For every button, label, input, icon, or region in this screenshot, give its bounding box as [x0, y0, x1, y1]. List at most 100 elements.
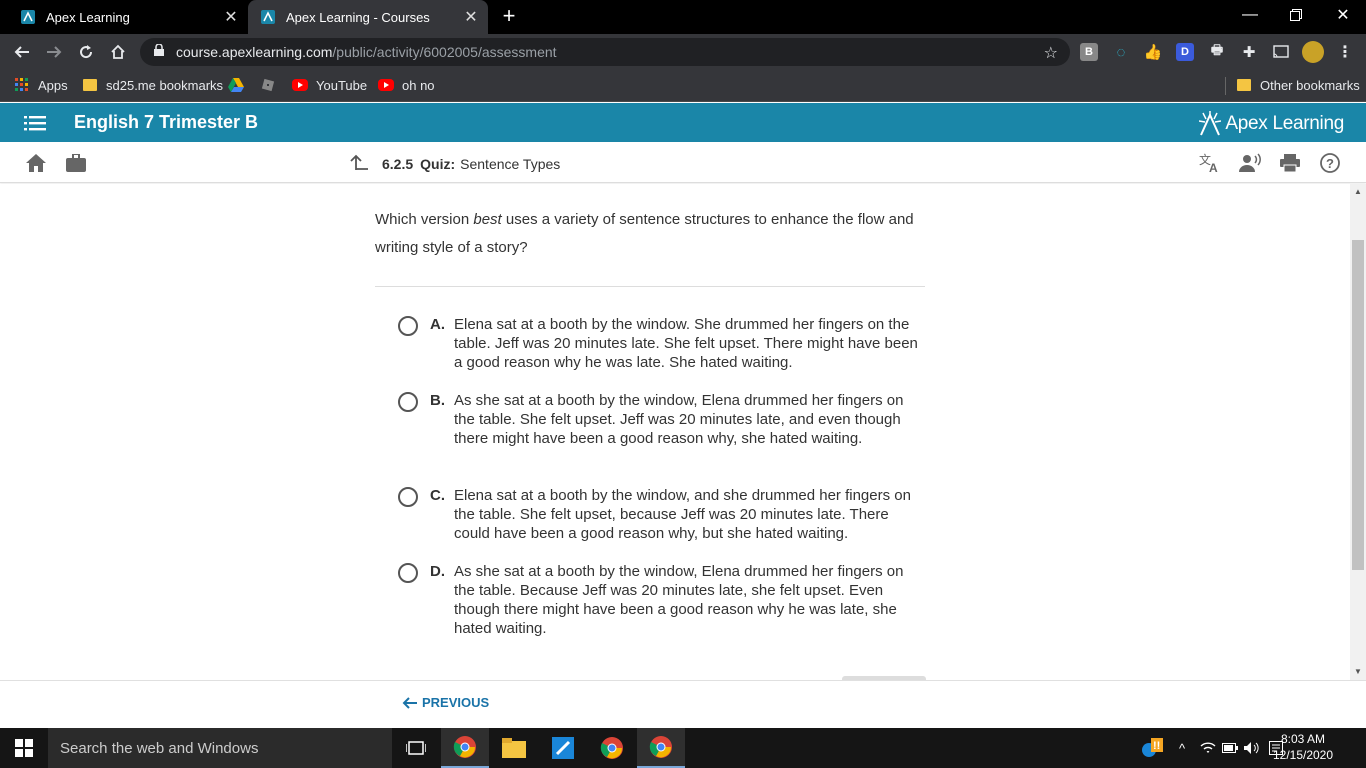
divider — [375, 286, 925, 287]
svg-text:?: ? — [1326, 156, 1334, 171]
extension-d-icon[interactable]: D — [1176, 43, 1194, 61]
bookmark-label: oh no — [402, 77, 435, 93]
print-icon[interactable] — [1278, 151, 1302, 175]
choice-letter: C. — [430, 487, 445, 504]
tab-apex-learning-courses[interactable]: Apex Learning - Courses ✕ — [248, 0, 488, 34]
new-tab-plus-icon[interactable]: + — [498, 5, 520, 28]
apex-favicon-icon — [20, 9, 36, 25]
task-view-icon[interactable] — [392, 728, 440, 768]
clock-time: 8:03 AM — [1280, 732, 1326, 746]
address-bar[interactable]: course.apexlearning.com/public/activity/… — [140, 38, 1070, 66]
restore-icon[interactable] — [1273, 0, 1319, 30]
radio-button[interactable] — [398, 563, 418, 583]
extension-circle-icon[interactable]: ◌ — [1112, 43, 1130, 61]
roblox-icon — [260, 77, 276, 93]
bookmark-oh-no[interactable]: oh no — [378, 70, 435, 100]
wifi-icon[interactable] — [1198, 738, 1218, 758]
store-app-icon[interactable] — [539, 728, 587, 768]
apex-favicon-icon — [260, 9, 276, 25]
answer-choice-d[interactable]: D. As she sat at a booth by the window, … — [398, 562, 928, 638]
bookmark-label: sd25.me bookmarks — [106, 77, 224, 93]
briefcase-icon[interactable] — [64, 151, 88, 175]
minimize-icon[interactable]: — — [1227, 0, 1273, 30]
taskbar-clock[interactable]: 8:03 AM 12/15/2020 — [1268, 731, 1338, 763]
text-to-speech-icon[interactable] — [1238, 151, 1262, 175]
logo-text: Apex Learning — [1225, 113, 1344, 134]
tab-close-icon[interactable]: ✕ — [220, 7, 242, 27]
bookmark-other[interactable]: Other bookmarks — [1236, 70, 1360, 100]
back-arrow-icon[interactable] — [10, 40, 34, 64]
windows-start-icon[interactable] — [0, 728, 48, 768]
apps-grid-icon — [14, 77, 30, 93]
windows-taskbar: Search the web and Windows !! ^ 8:03 AM … — [0, 728, 1366, 768]
hamburger-menu-icon[interactable] — [24, 114, 46, 132]
scroll-up-icon[interactable]: ▲ — [1350, 184, 1366, 200]
browser-toolbar: course.apexlearning.com/public/activity/… — [0, 34, 1366, 70]
scroll-thumb[interactable] — [1352, 240, 1364, 570]
tab-apex-learning[interactable]: Apex Learning ✕ — [8, 0, 248, 34]
bookmark-star-icon[interactable]: ☆ — [1044, 43, 1058, 63]
volume-icon[interactable] — [1242, 738, 1262, 758]
bookmarks-bar: Apps sd25.me bookmarks YouTube oh no Oth… — [0, 70, 1366, 102]
home-icon[interactable] — [24, 151, 48, 175]
bookmarks-divider — [1225, 77, 1226, 95]
prompt-text: Which version — [375, 211, 474, 228]
up-arrow-icon[interactable] — [350, 154, 368, 173]
scroll-down-icon[interactable]: ▼ — [1350, 664, 1366, 680]
bookmark-label: Apps — [38, 77, 68, 93]
previous-button[interactable]: PREVIOUS — [402, 695, 489, 710]
url-path: /public/activity/6002005/assessment — [332, 44, 557, 60]
radio-button[interactable] — [398, 487, 418, 507]
home-icon[interactable] — [106, 40, 130, 64]
bookmark-apps[interactable]: Apps — [14, 70, 68, 100]
left-arrow-icon — [402, 696, 417, 709]
translate-icon[interactable]: 文A — [1198, 151, 1222, 175]
radio-button[interactable] — [398, 392, 418, 412]
bookmark-google-drive[interactable] — [228, 70, 252, 100]
bookmark-label: YouTube — [316, 77, 368, 93]
extensions-puzzle-icon[interactable]: ✚ — [1240, 43, 1258, 61]
reload-icon[interactable] — [74, 40, 98, 64]
answer-choice-a[interactable]: A. Elena sat at a booth by the window. S… — [398, 315, 928, 372]
choice-text: Elena sat at a booth by the window. She … — [454, 316, 918, 371]
file-explorer-icon[interactable] — [490, 728, 538, 768]
svg-text:A: A — [1209, 161, 1218, 173]
question-prompt: Which version best uses a variety of sen… — [375, 206, 925, 262]
show-hidden-icons-icon[interactable]: ^ — [1172, 738, 1192, 758]
chrome-taskbar-icon[interactable] — [441, 728, 489, 768]
bookmark-roblox[interactable] — [260, 70, 284, 100]
bookmark-youtube[interactable]: YouTube — [292, 70, 367, 100]
battery-icon[interactable] — [1220, 738, 1240, 758]
activity-name: Sentence Types — [460, 155, 561, 172]
extension-label: B — [1085, 46, 1093, 58]
youtube-icon — [378, 77, 394, 93]
help-icon[interactable]: ? — [1318, 151, 1342, 175]
course-title: English 7 Trimester B — [74, 112, 259, 132]
choice-letter: D. — [430, 563, 445, 580]
choice-text: As she sat at a booth by the window, Ele… — [454, 392, 904, 447]
extension-printer-icon[interactable]: 🖶 — [1208, 42, 1226, 61]
tab-close-icon[interactable]: ✕ — [460, 7, 482, 27]
activity-title: 6.2.5 Quiz: Sentence Types — [350, 154, 560, 173]
chrome-taskbar-icon[interactable] — [588, 728, 636, 768]
notification-badge-icon[interactable]: !! — [1140, 738, 1164, 758]
prompt-emphasis: best — [473, 211, 502, 228]
answer-choice-c[interactable]: C. Elena sat at a booth by the window, a… — [398, 486, 928, 543]
chrome-taskbar-icon[interactable] — [637, 728, 685, 768]
bookmark-sd25[interactable]: sd25.me bookmarks — [82, 70, 223, 100]
window-close-icon[interactable]: ✕ — [1320, 0, 1366, 30]
answer-choice-b[interactable]: B. As she sat at a booth by the window, … — [398, 391, 928, 448]
assessment-content: Which version best uses a variety of sen… — [0, 184, 1350, 680]
chrome-menu-icon[interactable]: ⋮ — [1336, 43, 1354, 61]
page-scrollbar[interactable]: ▲ ▼ — [1350, 184, 1366, 680]
taskbar-search[interactable]: Search the web and Windows — [48, 728, 392, 768]
forward-arrow-icon[interactable] — [42, 40, 66, 64]
profile-avatar[interactable] — [1302, 41, 1324, 63]
choice-text: As she sat at a booth by the window, Ele… — [454, 563, 904, 637]
apex-learning-logo: Apex Learning — [1199, 111, 1344, 137]
extension-thumb-icon[interactable]: 👍 — [1144, 43, 1163, 61]
extension-b-icon[interactable]: B — [1080, 43, 1098, 61]
cast-icon[interactable] — [1272, 43, 1290, 61]
radio-button[interactable] — [398, 316, 418, 336]
search-placeholder: Search the web and Windows — [60, 739, 259, 757]
